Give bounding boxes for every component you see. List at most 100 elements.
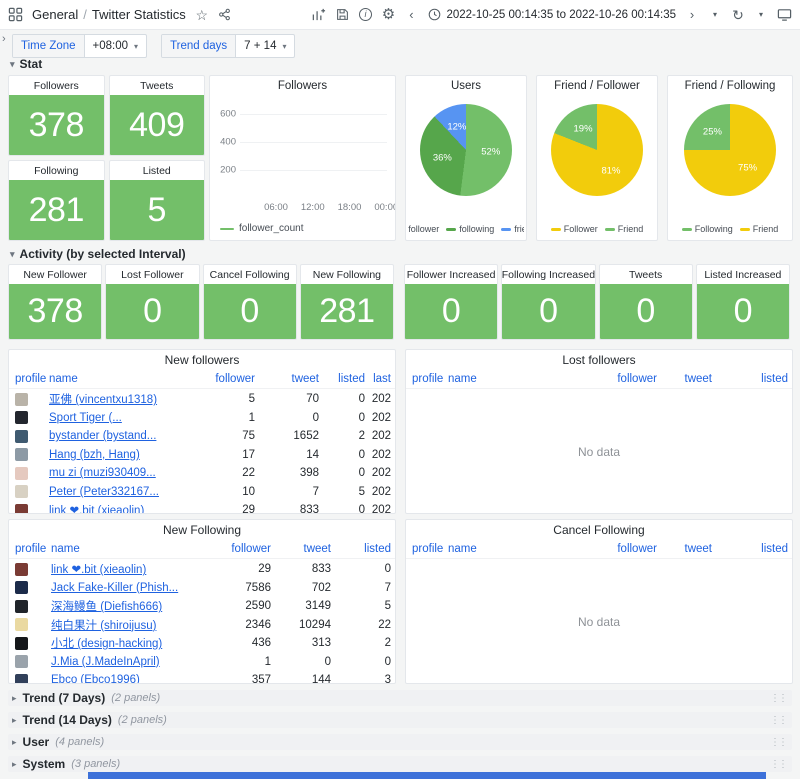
column-header-tweet[interactable]: tweet [255, 373, 319, 385]
column-header-profile[interactable]: profile [412, 373, 448, 385]
section-header-stat[interactable]: ▾ Stat [10, 57, 42, 71]
chevron-down-icon: ▾ [282, 42, 286, 51]
legend-label: friend [514, 224, 524, 234]
pie-slice-label: 81% [601, 165, 620, 176]
table-header-row: profilenamefollowertweetlistedlast [9, 370, 395, 389]
drag-handle-icon[interactable]: ⋮⋮ [770, 737, 788, 748]
activity-card-new-following: New Following281 [300, 264, 394, 340]
dashboards-grid-icon[interactable] [8, 7, 23, 22]
table-body[interactable]: 亚佛 (vincentxu1318)5700202Sport Tiger (..… [9, 390, 395, 513]
profile-link[interactable]: Jack Fake-Killer (Phish... [51, 582, 191, 594]
row-title: User [23, 735, 50, 749]
pie-chart[interactable]: 81%19% [551, 104, 643, 196]
timezone-variable: Time Zone +08:00 ▾ [12, 34, 147, 58]
profile-link[interactable]: 纯白果汁 (shiroijusu) [51, 617, 191, 633]
pie-chart[interactable]: 52%36%12% [420, 104, 512, 196]
legend-item-friend[interactable]: Friend [740, 224, 779, 234]
breadcrumb-folder[interactable]: General [32, 7, 78, 22]
pie-slice-label: 25% [703, 127, 722, 138]
timezone-select[interactable]: +08:00 ▾ [85, 35, 147, 57]
profile-link[interactable]: J.Mia (J.MadeInApril) [51, 656, 191, 668]
grafana-dashboard: General / Twitter Statistics ☆ i ⚙ ‹ [0, 0, 800, 779]
column-header-follower[interactable]: follower [189, 373, 255, 385]
profile-link[interactable]: Hang (bzh, Hang) [49, 449, 189, 461]
profile-link[interactable]: Sport Tiger (... [49, 412, 189, 424]
dashboard-row-trend-14-days[interactable]: ▸Trend (14 Days)(2 panels)⋮⋮ [8, 712, 792, 728]
pie-chart[interactable]: 25%75% [684, 104, 776, 196]
table-cell: 0 [331, 656, 391, 668]
dashboard-row-system[interactable]: ▸System(3 panels)⋮⋮ [8, 756, 792, 772]
column-header-profile[interactable]: profile [15, 373, 49, 385]
table-cell: 0 [319, 412, 365, 424]
dashboard-settings-icon[interactable]: ⚙ [381, 7, 395, 22]
share-icon[interactable] [218, 8, 232, 21]
column-header-profile[interactable]: profile [15, 543, 51, 555]
column-header-listed[interactable]: listed [712, 373, 788, 385]
profile-link[interactable]: mu zi (muzi930409... [49, 467, 189, 479]
time-picker-caret-icon[interactable]: ▾ [708, 11, 722, 19]
legend-label[interactable]: follower_count [239, 223, 303, 234]
profile-link[interactable]: Peter (Peter332167... [49, 486, 189, 498]
column-header-listed[interactable]: listed [319, 373, 365, 385]
gridline [240, 170, 387, 171]
legend-item-friend[interactable]: friend [501, 224, 524, 234]
profile-link[interactable]: 小北 (design-hacking) [51, 635, 191, 651]
column-header-listed[interactable]: listed [331, 543, 391, 555]
save-dashboard-icon[interactable] [335, 8, 349, 21]
activity-card-new-follower: New Follower378 [8, 264, 102, 340]
dashboard-row-user[interactable]: ▸User(4 panels)⋮⋮ [8, 734, 792, 750]
legend-item-following[interactable]: following [446, 224, 494, 234]
table-cell: 2346 [191, 619, 271, 631]
column-header-follower[interactable]: follower [578, 543, 657, 555]
column-header-name[interactable]: name [448, 373, 578, 385]
trend-days-select[interactable]: 7 + 14 ▾ [236, 35, 294, 57]
section-header-activity[interactable]: ▾ Activity (by selected Interval) [10, 247, 186, 261]
column-header-listed[interactable]: listed [712, 543, 788, 555]
profile-link[interactable]: link ❤.bit (xieaolin) [51, 562, 191, 576]
drag-handle-icon[interactable]: ⋮⋮ [770, 693, 788, 704]
stat-title: Tweets [600, 265, 692, 284]
column-header-tweet[interactable]: tweet [271, 543, 331, 555]
chevron-down-icon: ▾ [134, 42, 138, 51]
sidebar-expand-icon[interactable]: › [2, 33, 6, 45]
legend-item-following[interactable]: Following [682, 224, 733, 234]
refresh-icon[interactable]: ↻ [731, 8, 745, 22]
profile-link[interactable]: bystander (bystand... [49, 430, 189, 442]
column-header-name[interactable]: name [448, 543, 578, 555]
gridline [240, 142, 387, 143]
table-body[interactable]: link ❤.bit (xieaolin)298330Jack Fake-Kil… [9, 560, 395, 683]
profile-link[interactable]: 深海鳗鱼 (Diefish666) [51, 598, 191, 614]
column-header-name[interactable]: name [49, 373, 189, 385]
profile-link[interactable]: link ❤.bit (xieaolin) [49, 503, 189, 513]
time-shift-forward-icon[interactable]: › [685, 8, 699, 21]
column-header-tweet[interactable]: tweet [657, 543, 712, 555]
profile-link[interactable]: 亚佛 (vincentxu1318) [49, 391, 189, 407]
chart-plot-area[interactable]: 60040020006:0012:0018:0000:00 [240, 100, 387, 198]
drag-handle-icon[interactable]: ⋮⋮ [770, 759, 788, 770]
refresh-interval-caret-icon[interactable]: ▾ [754, 11, 768, 19]
legend-item-friend[interactable]: Friend [605, 224, 644, 234]
dashboard-row-trend-7-days[interactable]: ▸Trend (7 Days)(2 panels)⋮⋮ [8, 690, 792, 706]
add-panel-icon[interactable] [311, 7, 326, 22]
legend-item-follower[interactable]: Follower [551, 224, 598, 234]
breadcrumb: General / Twitter Statistics [32, 7, 186, 22]
table-cell: 17 [189, 449, 255, 461]
profile-link[interactable]: Ebco (Ebco1996) [51, 674, 191, 683]
column-header-follower[interactable]: follower [191, 543, 271, 555]
drag-handle-icon[interactable]: ⋮⋮ [770, 715, 788, 726]
column-header-follower[interactable]: follower [578, 373, 657, 385]
info-glyph: i [359, 8, 372, 21]
table-cell: 7586 [191, 582, 271, 594]
column-header-last[interactable]: last [365, 373, 391, 385]
time-shift-back-icon[interactable]: ‹ [404, 8, 418, 21]
column-header-name[interactable]: name [51, 543, 191, 555]
column-header-profile[interactable]: profile [412, 543, 448, 555]
stat-card-followers: Followers378 [8, 75, 105, 156]
time-range-picker[interactable]: 2022-10-25 00:14:35 to 2022-10-26 00:14:… [427, 8, 676, 21]
legend-item-follower[interactable]: follower [408, 224, 439, 234]
star-icon[interactable]: ☆ [195, 8, 209, 22]
stat-title: New Following [301, 265, 393, 284]
tv-mode-icon[interactable] [777, 7, 792, 22]
panel-info-icon[interactable]: i [358, 8, 372, 21]
column-header-tweet[interactable]: tweet [657, 373, 712, 385]
